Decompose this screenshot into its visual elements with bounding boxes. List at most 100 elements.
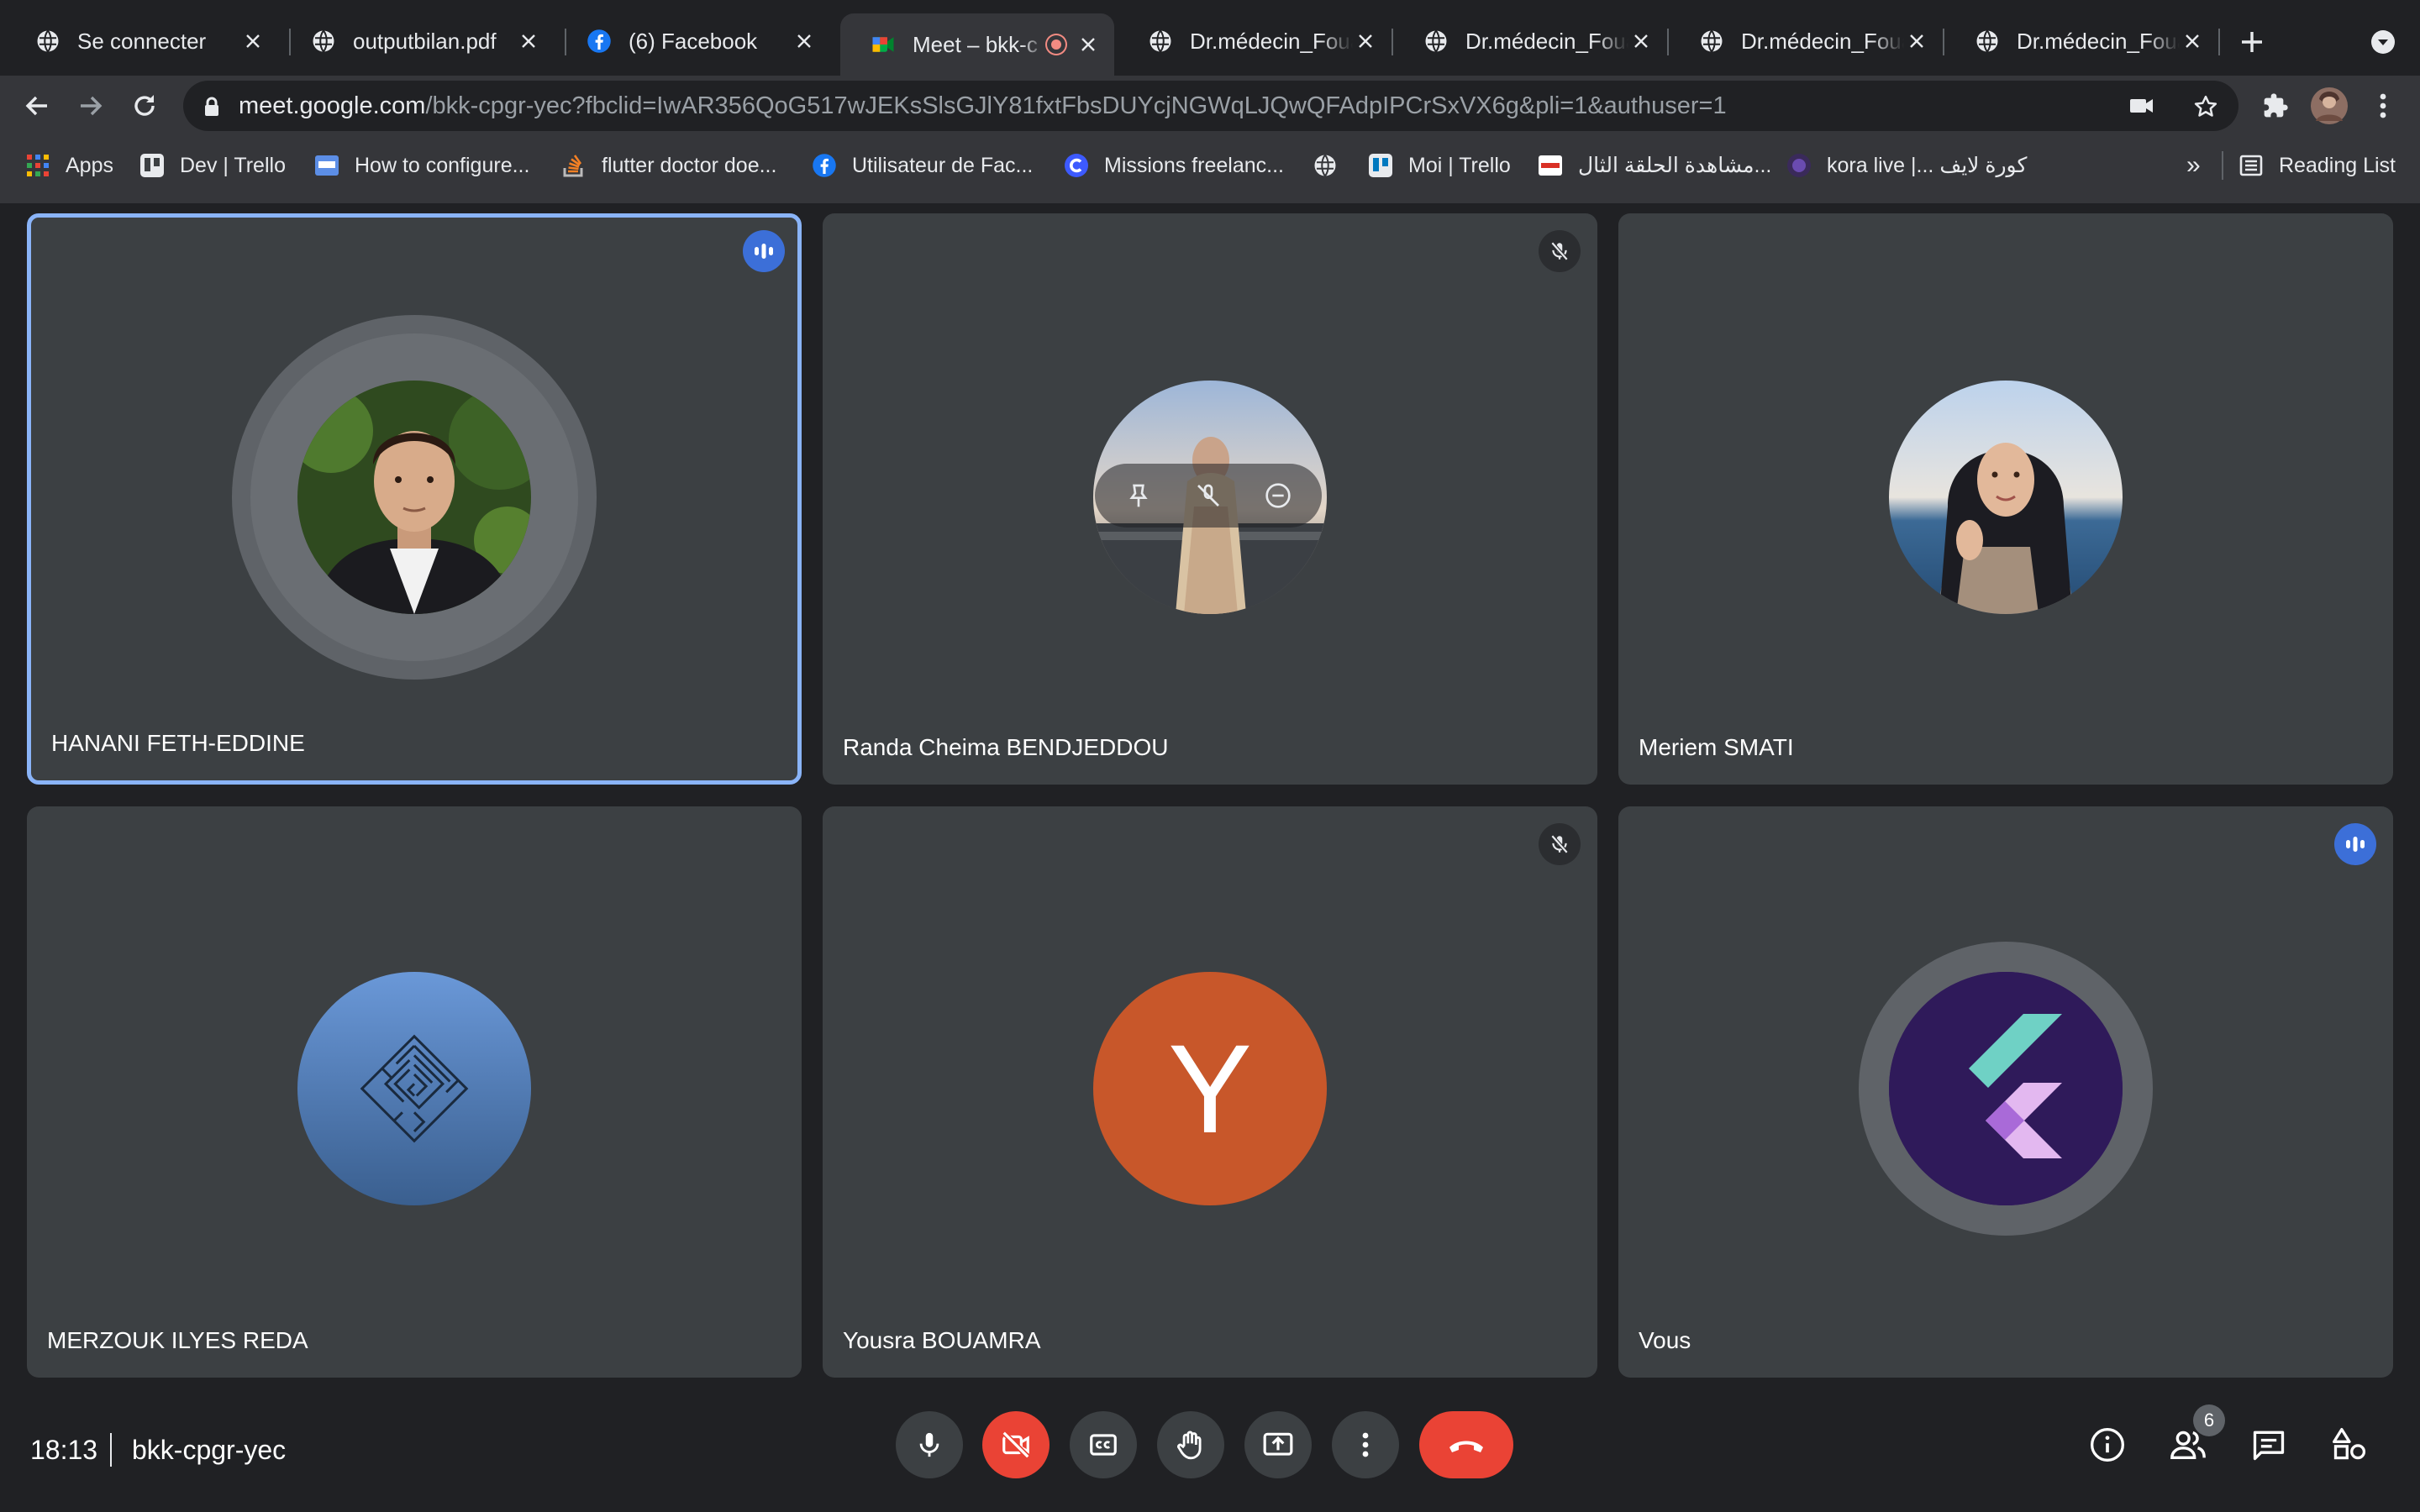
lock-icon[interactable] xyxy=(203,97,220,117)
bookmark-label: How to configure... xyxy=(355,153,530,177)
participant-tile[interactable]: Meriem SMATI xyxy=(1618,213,2393,785)
present-screen-icon xyxy=(1263,1432,1293,1456)
puzzle-icon xyxy=(2264,93,2288,118)
chat-icon xyxy=(2253,1431,2285,1461)
tab-dr-medecin-3[interactable]: Dr.médecin_Foua xyxy=(1669,12,1943,71)
participant-tile[interactable]: MERZOUK ILYES REDA xyxy=(27,806,802,1378)
info-icon xyxy=(2091,1428,2124,1462)
extensions-button[interactable] xyxy=(2255,86,2296,126)
avatar xyxy=(1889,972,2123,1205)
participant-tile[interactable]: Vous xyxy=(1618,806,2393,1378)
mute-participant-icon[interactable] xyxy=(1195,482,1222,509)
bookmark-arabic-episode[interactable]: مشاهدة الحلقة الثال... xyxy=(1538,138,1771,193)
close-icon[interactable] xyxy=(1353,29,1378,54)
facebook-icon xyxy=(587,29,611,53)
microphone-icon xyxy=(919,1432,939,1457)
back-button[interactable] xyxy=(17,86,57,126)
camera-toggle-button[interactable] xyxy=(982,1411,1050,1478)
bookmark-label: مشاهدة الحلقة الثال... xyxy=(1578,154,1772,177)
close-icon[interactable] xyxy=(1628,29,1654,54)
more-bookmarks-button[interactable]: » xyxy=(2186,138,2201,193)
more-options-button[interactable] xyxy=(1332,1411,1399,1478)
avatar xyxy=(297,381,531,614)
site-icon xyxy=(1539,155,1562,176)
reading-list-button[interactable]: Reading List xyxy=(2238,138,2396,193)
bookmark-utilisateur-facebook[interactable]: Utilisateur de Fac... xyxy=(812,138,1033,193)
close-icon[interactable] xyxy=(1904,29,1929,54)
recording-indicator-icon xyxy=(1047,35,1065,54)
bookmark-globe[interactable] xyxy=(1313,138,1353,193)
mic-off-icon xyxy=(1539,230,1581,272)
meeting-clock: 18:13 xyxy=(30,1435,98,1465)
tab-dr-medecin-4[interactable]: Dr.médecin_Foua xyxy=(1944,12,2218,71)
url-text[interactable]: meet.google.com/bkk-cpgr-yec?fbclid=IwAR… xyxy=(239,92,1727,120)
hang-up-icon xyxy=(1449,1441,1483,1452)
present-screen-button[interactable] xyxy=(1244,1411,1312,1478)
bookmark-label: flutter doctor doe... xyxy=(602,153,777,177)
url-path: /bkk-cpgr-yec?fbclid=IwAR356QoG517wJEKsS… xyxy=(425,92,1727,119)
remove-participant-icon[interactable] xyxy=(1265,482,1292,509)
globe-icon xyxy=(1701,29,1723,53)
activities-button[interactable] xyxy=(2328,1423,2371,1467)
tab-dr-medecin-2[interactable]: Dr.médecin_Foua xyxy=(1393,12,1667,71)
close-icon[interactable] xyxy=(516,29,541,54)
microphone-button[interactable] xyxy=(896,1411,963,1478)
avatar-initial: Y xyxy=(1167,1017,1253,1159)
bookmarks-divider xyxy=(2222,151,2223,180)
bookmark-flutter-doctor[interactable]: flutter doctor doe... xyxy=(561,138,776,193)
reload-button[interactable] xyxy=(124,86,165,126)
close-icon[interactable] xyxy=(2180,29,2205,54)
tab-dr-medecin-1[interactable]: Dr.médecin_Foua xyxy=(1118,12,1392,71)
tab-se-connecter[interactable]: Se connecter xyxy=(5,12,279,71)
participant-tile[interactable]: HANANI FETH-EDDINE xyxy=(27,213,802,785)
participant-photo xyxy=(297,381,531,614)
tab-separator xyxy=(2218,29,2220,55)
meeting-code[interactable]: bkk-cpgr-yec xyxy=(132,1435,286,1466)
tab-outputbilan[interactable]: outputbilan.pdf xyxy=(281,12,555,71)
bookmark-missions-freelance[interactable]: Missions freelanc... xyxy=(1064,138,1284,193)
tab-title: Se connecter xyxy=(77,28,207,54)
profile-avatar[interactable] xyxy=(2309,86,2349,126)
tab-title: (6) Facebook xyxy=(629,28,758,54)
bookmark-label: Apps xyxy=(66,153,113,177)
apps-grid-icon xyxy=(27,155,49,176)
chat-button[interactable] xyxy=(2247,1423,2291,1467)
browser-menu-button[interactable] xyxy=(2363,86,2403,126)
forward-button[interactable] xyxy=(71,86,111,126)
closed-captions-icon xyxy=(1090,1434,1117,1456)
bookmark-kora-live[interactable]: kora live |... كورة لايف xyxy=(1786,138,2027,193)
pin-icon[interactable] xyxy=(1125,482,1152,509)
tab-google-meet[interactable]: Meet – bkk-c xyxy=(840,13,1114,76)
bookmark-moi-trello[interactable]: Moi | Trello xyxy=(1368,138,1511,193)
close-icon[interactable] xyxy=(792,29,817,54)
raise-hand-button[interactable] xyxy=(1157,1411,1224,1478)
tab-facebook[interactable]: (6) Facebook xyxy=(556,12,830,71)
captions-button[interactable] xyxy=(1070,1411,1137,1478)
leave-call-button[interactable] xyxy=(1419,1411,1513,1478)
bookmark-star-icon[interactable] xyxy=(2193,94,2218,119)
participant-photo xyxy=(1889,381,2123,614)
bookmark-dev-trello[interactable]: Dev | Trello xyxy=(139,138,286,193)
new-tab-button[interactable] xyxy=(2232,22,2272,62)
globe-icon xyxy=(1314,154,1336,177)
close-icon[interactable] xyxy=(1076,32,1101,57)
bookmark-how-to-configure[interactable]: How to configure... xyxy=(314,138,529,193)
kebab-menu-icon xyxy=(1362,1432,1369,1457)
bookmark-apps[interactable]: Apps xyxy=(25,138,113,193)
close-icon[interactable] xyxy=(240,29,266,54)
reading-list-icon xyxy=(2239,155,2263,176)
meeting-details-button[interactable] xyxy=(2086,1423,2129,1467)
globe-icon xyxy=(1150,29,1171,53)
trello-icon xyxy=(140,154,164,177)
participant-tile[interactable]: Y Yousra BOUAMRA xyxy=(823,806,1597,1378)
globe-icon xyxy=(37,29,59,53)
browser-tab-strip: Se connecter outputbilan.pdf (6) Faceboo… xyxy=(0,0,2420,76)
arrow-right-icon xyxy=(81,96,103,116)
globe-icon xyxy=(1425,29,1447,53)
participant-tile[interactable]: Randa Cheima BENDJEDDOU xyxy=(823,213,1597,785)
tab-search-button[interactable] xyxy=(2363,22,2403,62)
camera-off-icon xyxy=(1002,1431,1030,1459)
participant-name: MERZOUK ILYES REDA xyxy=(47,1327,308,1353)
address-bar[interactable]: meet.google.com/bkk-cpgr-yec?fbclid=IwAR… xyxy=(183,81,2238,131)
camera-blocked-icon[interactable] xyxy=(2129,97,2154,115)
